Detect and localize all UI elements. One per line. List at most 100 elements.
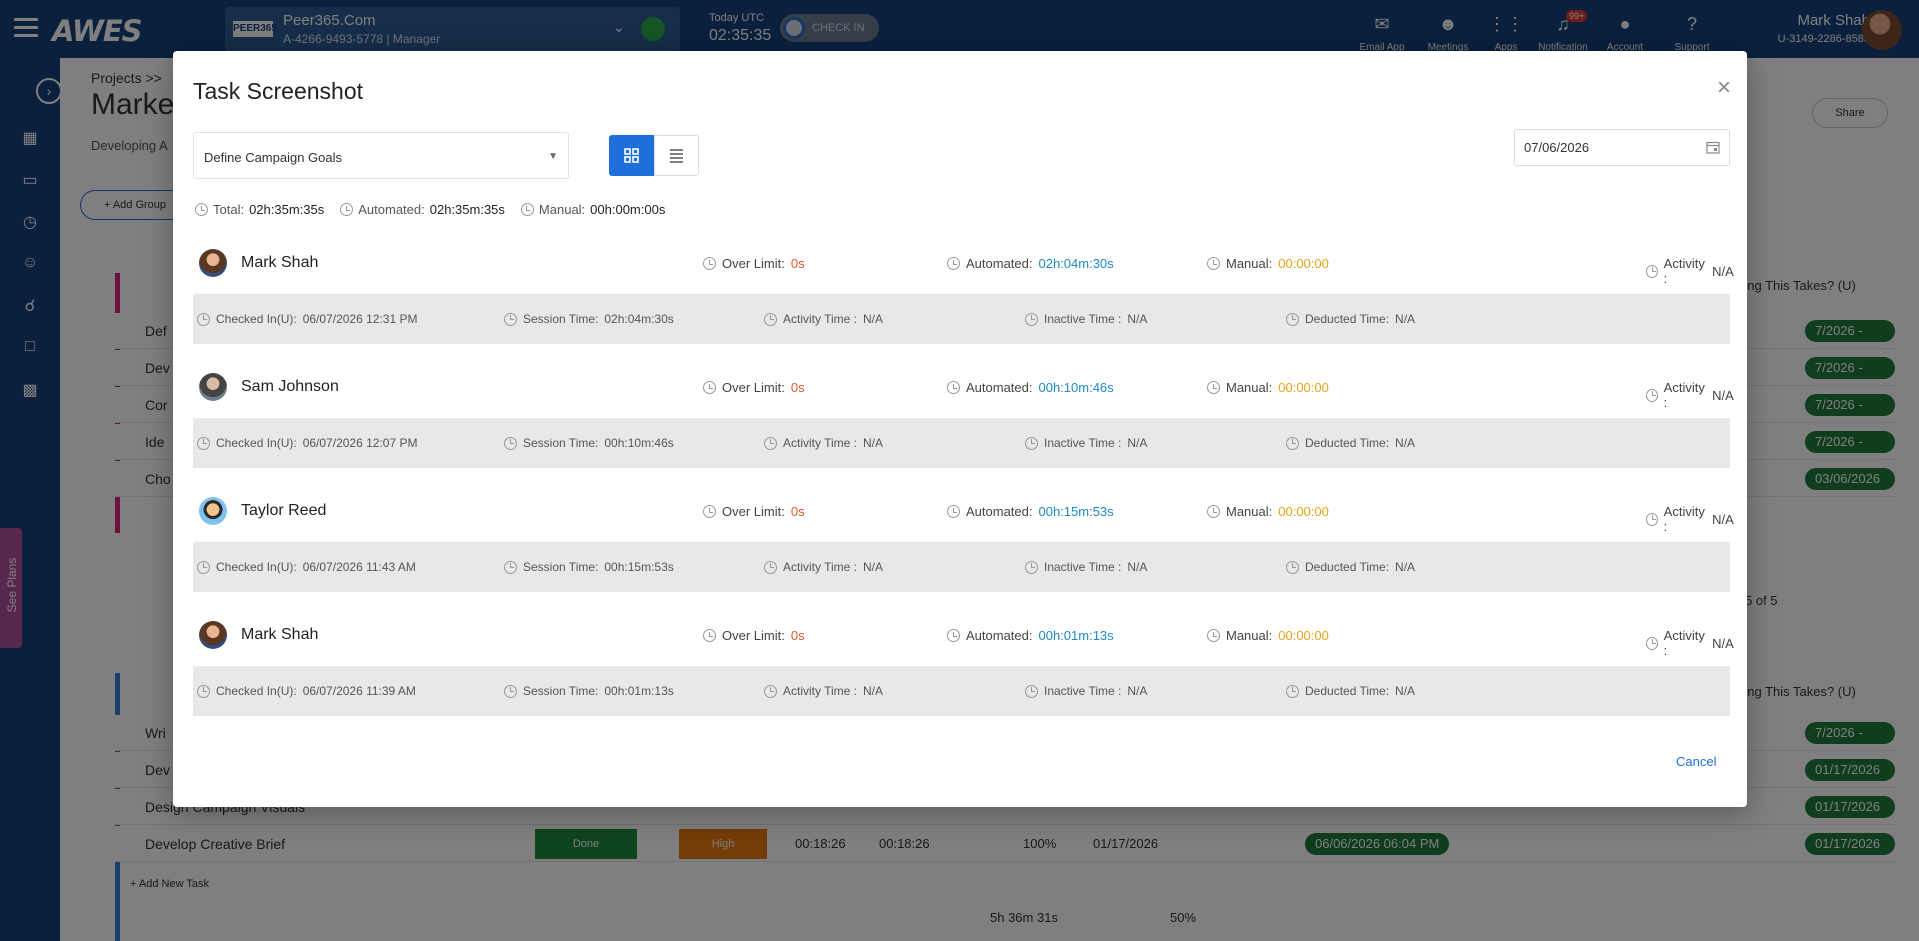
session-entry-header: Mark Shah Over Limit: 0s Automated: 00h:01… [193,604,1734,666]
deducted-time-value: N/A [1395,312,1416,326]
employee-name: Sam Johnson [241,378,339,395]
chevron-down-icon: ▼ [548,151,558,162]
employee-name: Mark Shah [241,254,319,271]
summary-automated: Automated: 02h:35m:35s [340,202,505,217]
close-icon[interactable]: × [1712,76,1736,100]
calendar-icon[interactable] [1706,140,1720,154]
manual-value: 00:00:00 [1278,628,1329,643]
checked-in-value: 06/07/2026 12:07 PM [302,436,418,450]
inactive-time-label: Inactive Time : [1044,436,1122,450]
session-time-value: 00h:10m:46s [604,436,674,450]
manual-time: Manual: 00:00:00 [1207,256,1329,271]
automated-time: Automated: 02h:04m:30s [947,256,1114,271]
summary-automated-value: 02h:35m:35s [429,202,505,217]
manual-label: Manual: [1226,380,1273,395]
deducted-time: Deducted Time: N/A [1286,684,1415,698]
over-limit: Over Limit: 0s [703,256,805,271]
automated-label: Automated: [966,628,1033,643]
session-entry: Sam Johnson Over Limit: 0s Automated: 00h:… [193,356,1734,480]
deducted-time-label: Deducted Time: [1305,560,1390,574]
clock-icon [1286,436,1299,450]
activity-time-label: Activity Time : [783,684,858,698]
clock-icon [764,436,777,450]
session-time-label: Session Time: [523,684,599,698]
automated-value: 02h:04m:30s [1038,256,1114,271]
employee-name: Taylor Reed [241,502,327,519]
session-entry-details: Checked In(U): 06/07/2026 11:43 AM Sessio… [193,542,1730,592]
deducted-time-value: N/A [1395,436,1416,450]
clock-icon [197,312,210,326]
list-view-button[interactable] [654,135,699,176]
checked-in-value: 06/07/2026 11:43 AM [302,560,416,574]
clock-icon [504,684,517,698]
over-limit-label: Over Limit: [722,504,785,519]
manual-time: Manual: 00:00:00 [1207,628,1329,643]
gauge-icon [1646,264,1658,278]
automated-value: 00h:15m:53s [1038,504,1114,519]
clock-icon [1025,684,1038,698]
session-time-label: Session Time: [523,312,599,326]
over-limit-label: Over Limit: [722,256,785,271]
automated-icon [947,629,960,642]
inactive-time-value: N/A [1127,684,1148,698]
date-value: 07/06/2026 [1524,140,1590,155]
activity: Activity : N/A [1646,256,1734,286]
grid-view-button[interactable] [609,135,654,176]
employee-avatar [199,497,227,525]
clock-icon [504,312,517,326]
deducted-time: Deducted Time: N/A [1286,436,1415,450]
deducted-time-value: N/A [1395,560,1416,574]
session-time-value: 00h:01m:13s [604,684,674,698]
summary-total: Total: 02h:35m:35s [195,202,324,217]
checked-in-value: 06/07/2026 11:39 AM [302,684,416,698]
inactive-time-value: N/A [1127,436,1148,450]
checked-in-label: Checked In(U): [216,436,297,450]
task-screenshot-modal: Task Screenshot × Define Campaign Goals … [173,51,1747,807]
session-time-label: Session Time: [523,560,599,574]
checked-in: Checked In(U): 06/07/2026 11:39 AM [197,684,416,698]
activity-label: Activity : [1663,380,1705,410]
grid-icon [624,148,639,163]
session-entry: Taylor Reed Over Limit: 0s Automated: 00h:… [193,480,1734,604]
employee-avatar [199,621,227,649]
clock-icon [764,312,777,326]
employee-avatar [199,373,227,401]
deducted-time-label: Deducted Time: [1305,312,1390,326]
task-select[interactable]: Define Campaign Goals ▼ [193,132,569,179]
deducted-time-value: N/A [1395,684,1416,698]
automated-icon [947,381,960,394]
modal-title: Task Screenshot [193,78,364,104]
inactive-time: Inactive Time : N/A [1025,684,1147,698]
inactive-time-value: N/A [1127,560,1148,574]
date-picker[interactable]: 07/06/2026 [1514,129,1730,166]
over-limit-value: 0s [790,628,805,643]
session-entry-header: Mark Shah Over Limit: 0s Automated: 02h:04… [193,232,1734,294]
automated-icon [947,505,960,518]
timer-icon [195,203,208,216]
over-limit: Over Limit: 0s [703,628,805,643]
inactive-time-label: Inactive Time : [1044,684,1122,698]
activity-time: Activity Time : N/A [764,684,883,698]
automated-label: Automated: [966,504,1033,519]
activity-time-value: N/A [863,436,884,450]
summary-manual-label: Manual: [538,202,586,217]
clock-icon [197,684,210,698]
clock-icon [1207,381,1220,394]
activity-time-value: N/A [863,684,884,698]
manual-time: Manual: 00:00:00 [1207,504,1329,519]
activity-time-value: N/A [863,560,884,574]
activity-value: N/A [1712,511,1734,527]
cancel-button[interactable]: Cancel [1676,754,1716,769]
clock-icon [504,436,517,450]
checked-in: Checked In(U): 06/07/2026 12:07 PM [197,436,417,450]
activity-time: Activity Time : N/A [764,560,883,574]
checked-in-label: Checked In(U): [216,560,297,574]
summary-total-value: 02h:35m:35s [249,202,325,217]
timer-icon [703,257,716,270]
clock-icon [1286,684,1299,698]
session-time-value: 00h:15m:53s [604,560,674,574]
automated-time: Automated: 00h:15m:53s [947,504,1114,519]
inactive-time: Inactive Time : N/A [1025,560,1147,574]
deducted-time: Deducted Time: N/A [1286,560,1415,574]
checked-in-label: Checked In(U): [216,684,297,698]
